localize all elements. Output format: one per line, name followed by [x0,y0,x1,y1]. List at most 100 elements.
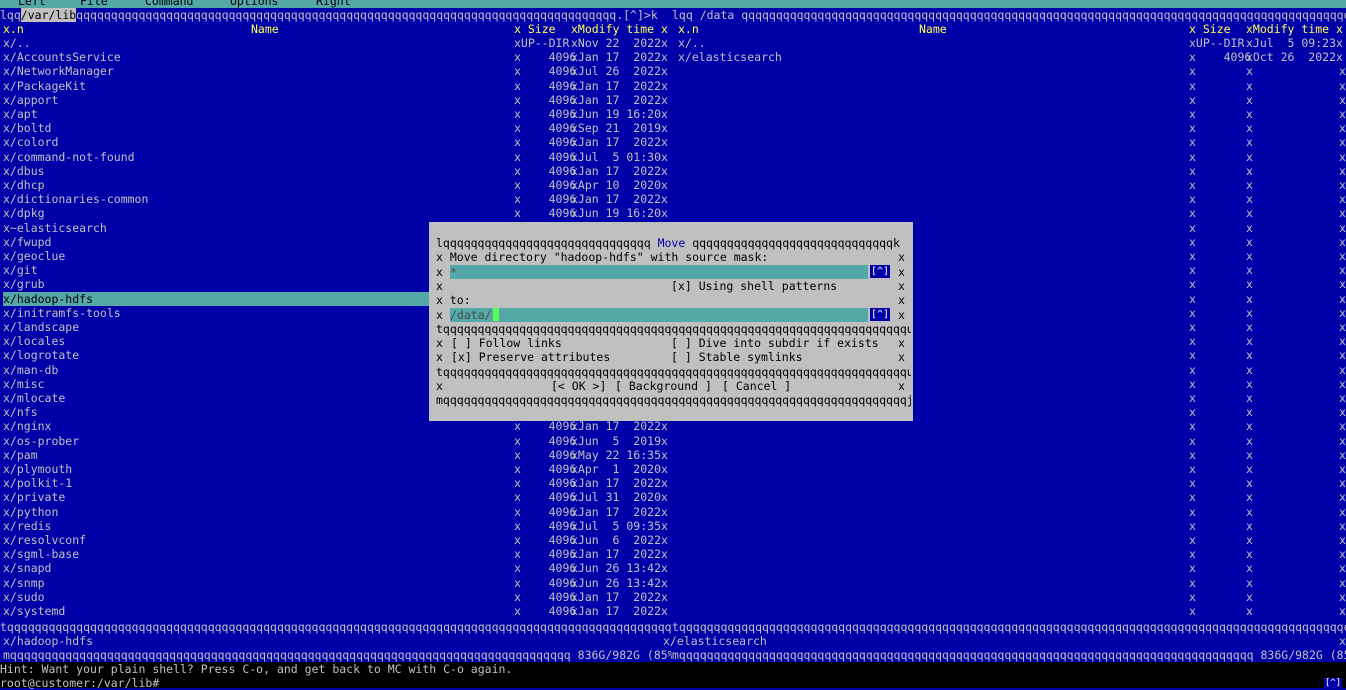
table-row[interactable]: x/snmp x 4096 xJun 26 13:42x [3,576,672,590]
table-row[interactable]: x/python x 4096 xJan 17 2022x [3,505,672,519]
table-row[interactable]: xxx [1189,490,1346,504]
table-row[interactable]: xxx [1189,363,1346,377]
table-row[interactable]: xxx [1189,505,1346,519]
table-row[interactable]: x/boltd x 4096 xSep 21 2019x [3,121,672,135]
left-col-n[interactable]: x.n [3,22,103,36]
right-col-size[interactable]: x Size [1189,22,1249,36]
table-row[interactable]: x/dbus x 4096 xJan 17 2022x [3,164,672,178]
table-row[interactable]: x/AccountsService x 4096 xJan 17 2022x [3,50,672,64]
table-row[interactable]: x/.. xUP--DIR xNov 22 2022x [3,36,672,50]
table-row[interactable]: x/nginx x 4096 xJan 17 2022x [3,419,672,433]
follow-links-checkbox[interactable]: [ ] Follow links [451,336,651,350]
table-row[interactable]: xxx [1189,405,1346,419]
right-panel-top-border[interactable]: lqq /data qqqqqqqqqqqqqqqqqqqqqqqqqqqqqq… [672,8,1346,22]
table-row[interactable]: xxx [1189,561,1346,575]
source-history-button[interactable]: [^] [870,265,890,278]
right-col-name[interactable]: Name [919,22,979,36]
left-col-size[interactable]: x Size [514,22,574,36]
table-row[interactable]: xxx [1189,79,1346,93]
ok-button[interactable]: [< OK >] [551,379,611,393]
table-row[interactable]: xxx [1189,391,1346,405]
using-shell-patterns-checkbox[interactable]: [x] Using shell patterns [671,279,891,293]
table-row[interactable]: x/pam x 4096 xMay 22 16:35x [3,448,672,462]
table-row[interactable]: xxx [1189,476,1346,490]
shell-prompt[interactable]: root@customer:/var/lib# [0,676,1346,690]
table-row[interactable]: x/colord x 4096 xJan 17 2022x [3,135,672,149]
table-row[interactable]: x/plymouth x 4096 xApr 1 2020x [3,462,672,476]
table-row[interactable]: x/resolvconf x 4096 xJun 6 2022x [3,533,672,547]
table-row[interactable]: xxx [1189,604,1346,618]
table-row[interactable]: xxx [1189,150,1346,164]
left-col-name[interactable]: Name [251,22,311,36]
destination-history-button[interactable]: [^] [870,308,890,321]
right-col-mtime[interactable]: xModify time x [1246,22,1346,36]
table-row[interactable]: xxx [1189,277,1346,291]
file-mtime: xJun 19 16:20x [571,107,668,121]
table-row[interactable]: xxx [1189,263,1346,277]
table-row[interactable]: xxx [1189,121,1346,135]
table-row[interactable]: x/snapd x 4096 xJun 26 13:42x [3,561,672,575]
table-row[interactable]: x/elasticsearch x 4096 xOct 26 2022x [678,50,1346,64]
file-size: x 4096 [514,476,577,491]
table-row[interactable]: x/.. xUP--DIR xJul 5 09:23x [678,36,1346,50]
destination-input[interactable]: /data/ [450,308,868,322]
table-row[interactable]: xxx [1189,221,1346,235]
table-row[interactable]: xxx [1189,107,1346,121]
table-row[interactable]: x/polkit-1 x 4096 xJan 17 2022x [3,476,672,490]
table-row[interactable]: xxx [1189,547,1346,561]
left-col-mtime[interactable]: xModify time x [571,22,671,36]
table-row[interactable]: xxx [1189,348,1346,362]
table-row[interactable]: xxx [1189,178,1346,192]
source-mask-input[interactable]: * [450,265,868,279]
table-row[interactable]: xxx [1189,448,1346,462]
table-row[interactable]: xxx [1189,590,1346,604]
table-row[interactable]: xxx [1189,320,1346,334]
table-row[interactable]: xxx [1189,533,1346,547]
table-row[interactable]: x/os-prober x 4096 xJun 5 2019x [3,434,672,448]
table-row[interactable]: xxx [1189,576,1346,590]
table-row[interactable]: x/sudo x 4096 xJan 17 2022x [3,590,672,604]
table-row[interactable]: xxx [1189,135,1346,149]
cancel-button[interactable]: [ Cancel ] [722,379,802,393]
table-row[interactable]: xxx [1189,434,1346,448]
table-row[interactable]: xxx [1189,93,1346,107]
table-row[interactable]: x/apt x 4096 xJun 19 16:20x [3,107,672,121]
table-row[interactable]: xxx [1189,192,1346,206]
menu-left[interactable]: Left [18,0,46,8]
table-row[interactable]: x/dhcp x 4096 xApr 10 2020x [3,178,672,192]
command-history-button[interactable]: [^] [1324,678,1342,688]
table-row[interactable]: x/command-not-found x 4096 xJul 5 01:30x [3,150,672,164]
table-row[interactable]: x/NetworkManager x 4096 xJul 26 2022x [3,64,672,78]
table-row[interactable]: x/private x 4096 xJul 31 2020x [3,490,672,504]
stable-symlinks-checkbox[interactable]: [ ] Stable symlinks [671,350,871,364]
menu-right[interactable]: Right [316,0,351,8]
table-row[interactable]: x/hadoop-hdfs [3,291,429,306]
right-col-n[interactable]: x.n [678,22,778,36]
table-row[interactable]: xxx [1189,206,1346,220]
table-row[interactable]: x/apport x 4096 xJan 17 2022x [3,93,672,107]
table-row[interactable]: x/sgml-base x 4096 xJan 17 2022x [3,547,672,561]
table-row[interactable]: xxx [1189,334,1346,348]
table-row[interactable]: xxx [1189,235,1346,249]
menu-command[interactable]: Command [145,0,193,8]
dive-into-subdir-checkbox[interactable]: [ ] Dive into subdir if exists [671,336,896,350]
table-row[interactable]: xxx [1189,249,1346,263]
table-row[interactable]: xxx [1189,64,1346,78]
menu-options[interactable]: Options [230,0,278,8]
table-row[interactable]: xxx [1189,164,1346,178]
table-row[interactable]: x/dictionaries-common x 4096 xJan 17 2022x [3,192,672,206]
table-row[interactable]: xxx [1189,377,1346,391]
table-row[interactable]: xxx [1189,462,1346,476]
table-row[interactable]: x/dpkg x 4096 xJun 19 16:20x [3,206,672,220]
preserve-attributes-checkbox[interactable]: [x] Preserve attributes [451,350,651,364]
table-row[interactable]: x/PackageKit x 4096 xJan 17 2022x [3,79,672,93]
table-row[interactable]: x/redis x 4096 xJul 5 09:35x [3,519,672,533]
table-row[interactable]: xxx [1189,292,1346,306]
left-panel-path[interactable]: /var/lib [20,8,77,22]
background-button[interactable]: [ Background ] [615,379,720,393]
menu-file[interactable]: File [80,0,108,8]
table-row[interactable]: x/systemd x 4096 xJan 17 2022x [3,604,672,618]
table-row[interactable]: xxx [1189,519,1346,533]
table-row[interactable]: xxx [1189,419,1346,433]
table-row[interactable]: xxx [1189,306,1346,320]
